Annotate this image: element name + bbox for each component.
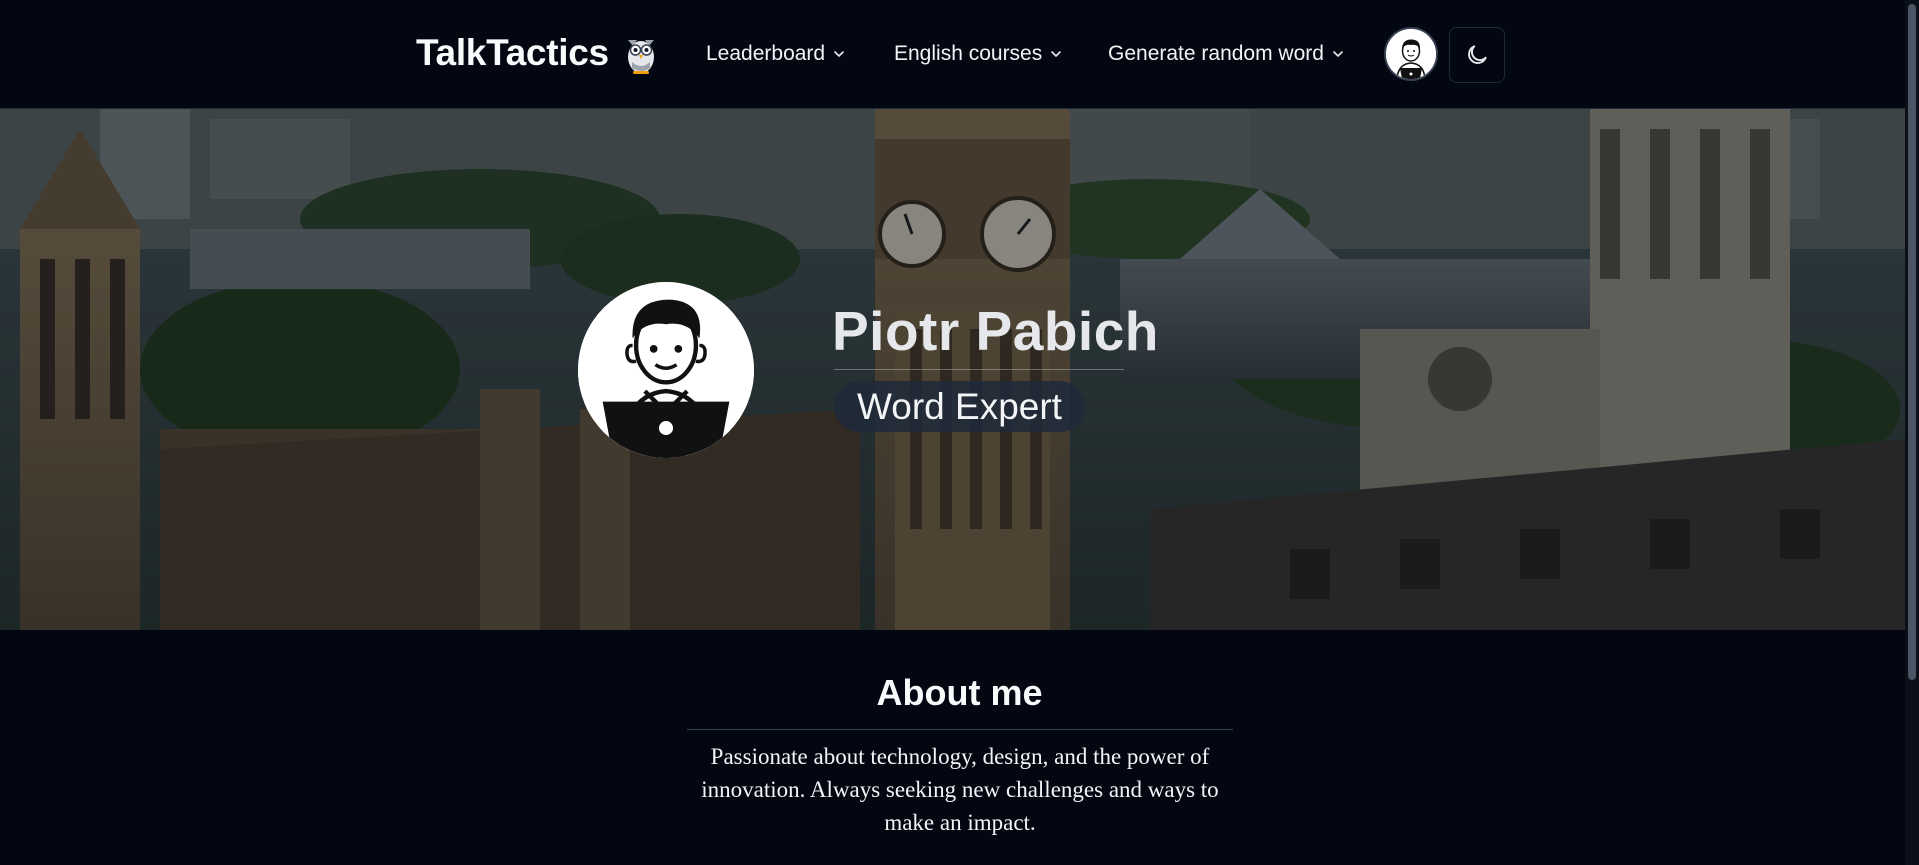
brand-link[interactable]: TalkTactics	[416, 30, 659, 76]
nav-leaderboard[interactable]: Leaderboard	[706, 42, 845, 66]
user-menu-button[interactable]	[1384, 27, 1438, 81]
nav-generate-random-word-label: Generate random word	[1108, 42, 1324, 65]
page-scrollbar[interactable]	[1905, 0, 1919, 865]
about-text: Passionate about technology, design, and…	[701, 744, 1219, 835]
user-avatar-icon	[578, 282, 754, 458]
nav-generate-random-word[interactable]: Generate random word	[1108, 42, 1344, 66]
chevron-down-icon	[1333, 51, 1343, 57]
user-avatar-icon	[1386, 29, 1436, 79]
theme-toggle-button[interactable]	[1449, 27, 1505, 83]
chevron-down-icon	[1051, 51, 1062, 57]
chevron-down-icon	[834, 51, 844, 57]
profile-hero: Piotr Pabich Word Expert	[0, 109, 1905, 630]
brand-name: TalkTactics	[416, 32, 609, 73]
about-title: About me	[876, 672, 1043, 713]
profile-name: Piotr Pabich	[832, 300, 1159, 362]
nav-leaderboard-label: Leaderboard	[706, 42, 826, 65]
top-navbar: TalkTactics Leaderboard English courses …	[0, 0, 1919, 109]
rank-badge: Word Expert	[834, 381, 1085, 432]
moon-icon	[1468, 45, 1487, 64]
nav-english-courses-label: English courses	[894, 42, 1043, 65]
name-divider	[834, 369, 1124, 370]
scrollbar-thumb[interactable]	[1908, 4, 1916, 680]
profile-avatar	[578, 282, 754, 458]
about-divider	[687, 729, 1233, 730]
owl-logo-icon	[627, 40, 654, 74]
nav-english-courses[interactable]: English courses	[894, 42, 1062, 66]
